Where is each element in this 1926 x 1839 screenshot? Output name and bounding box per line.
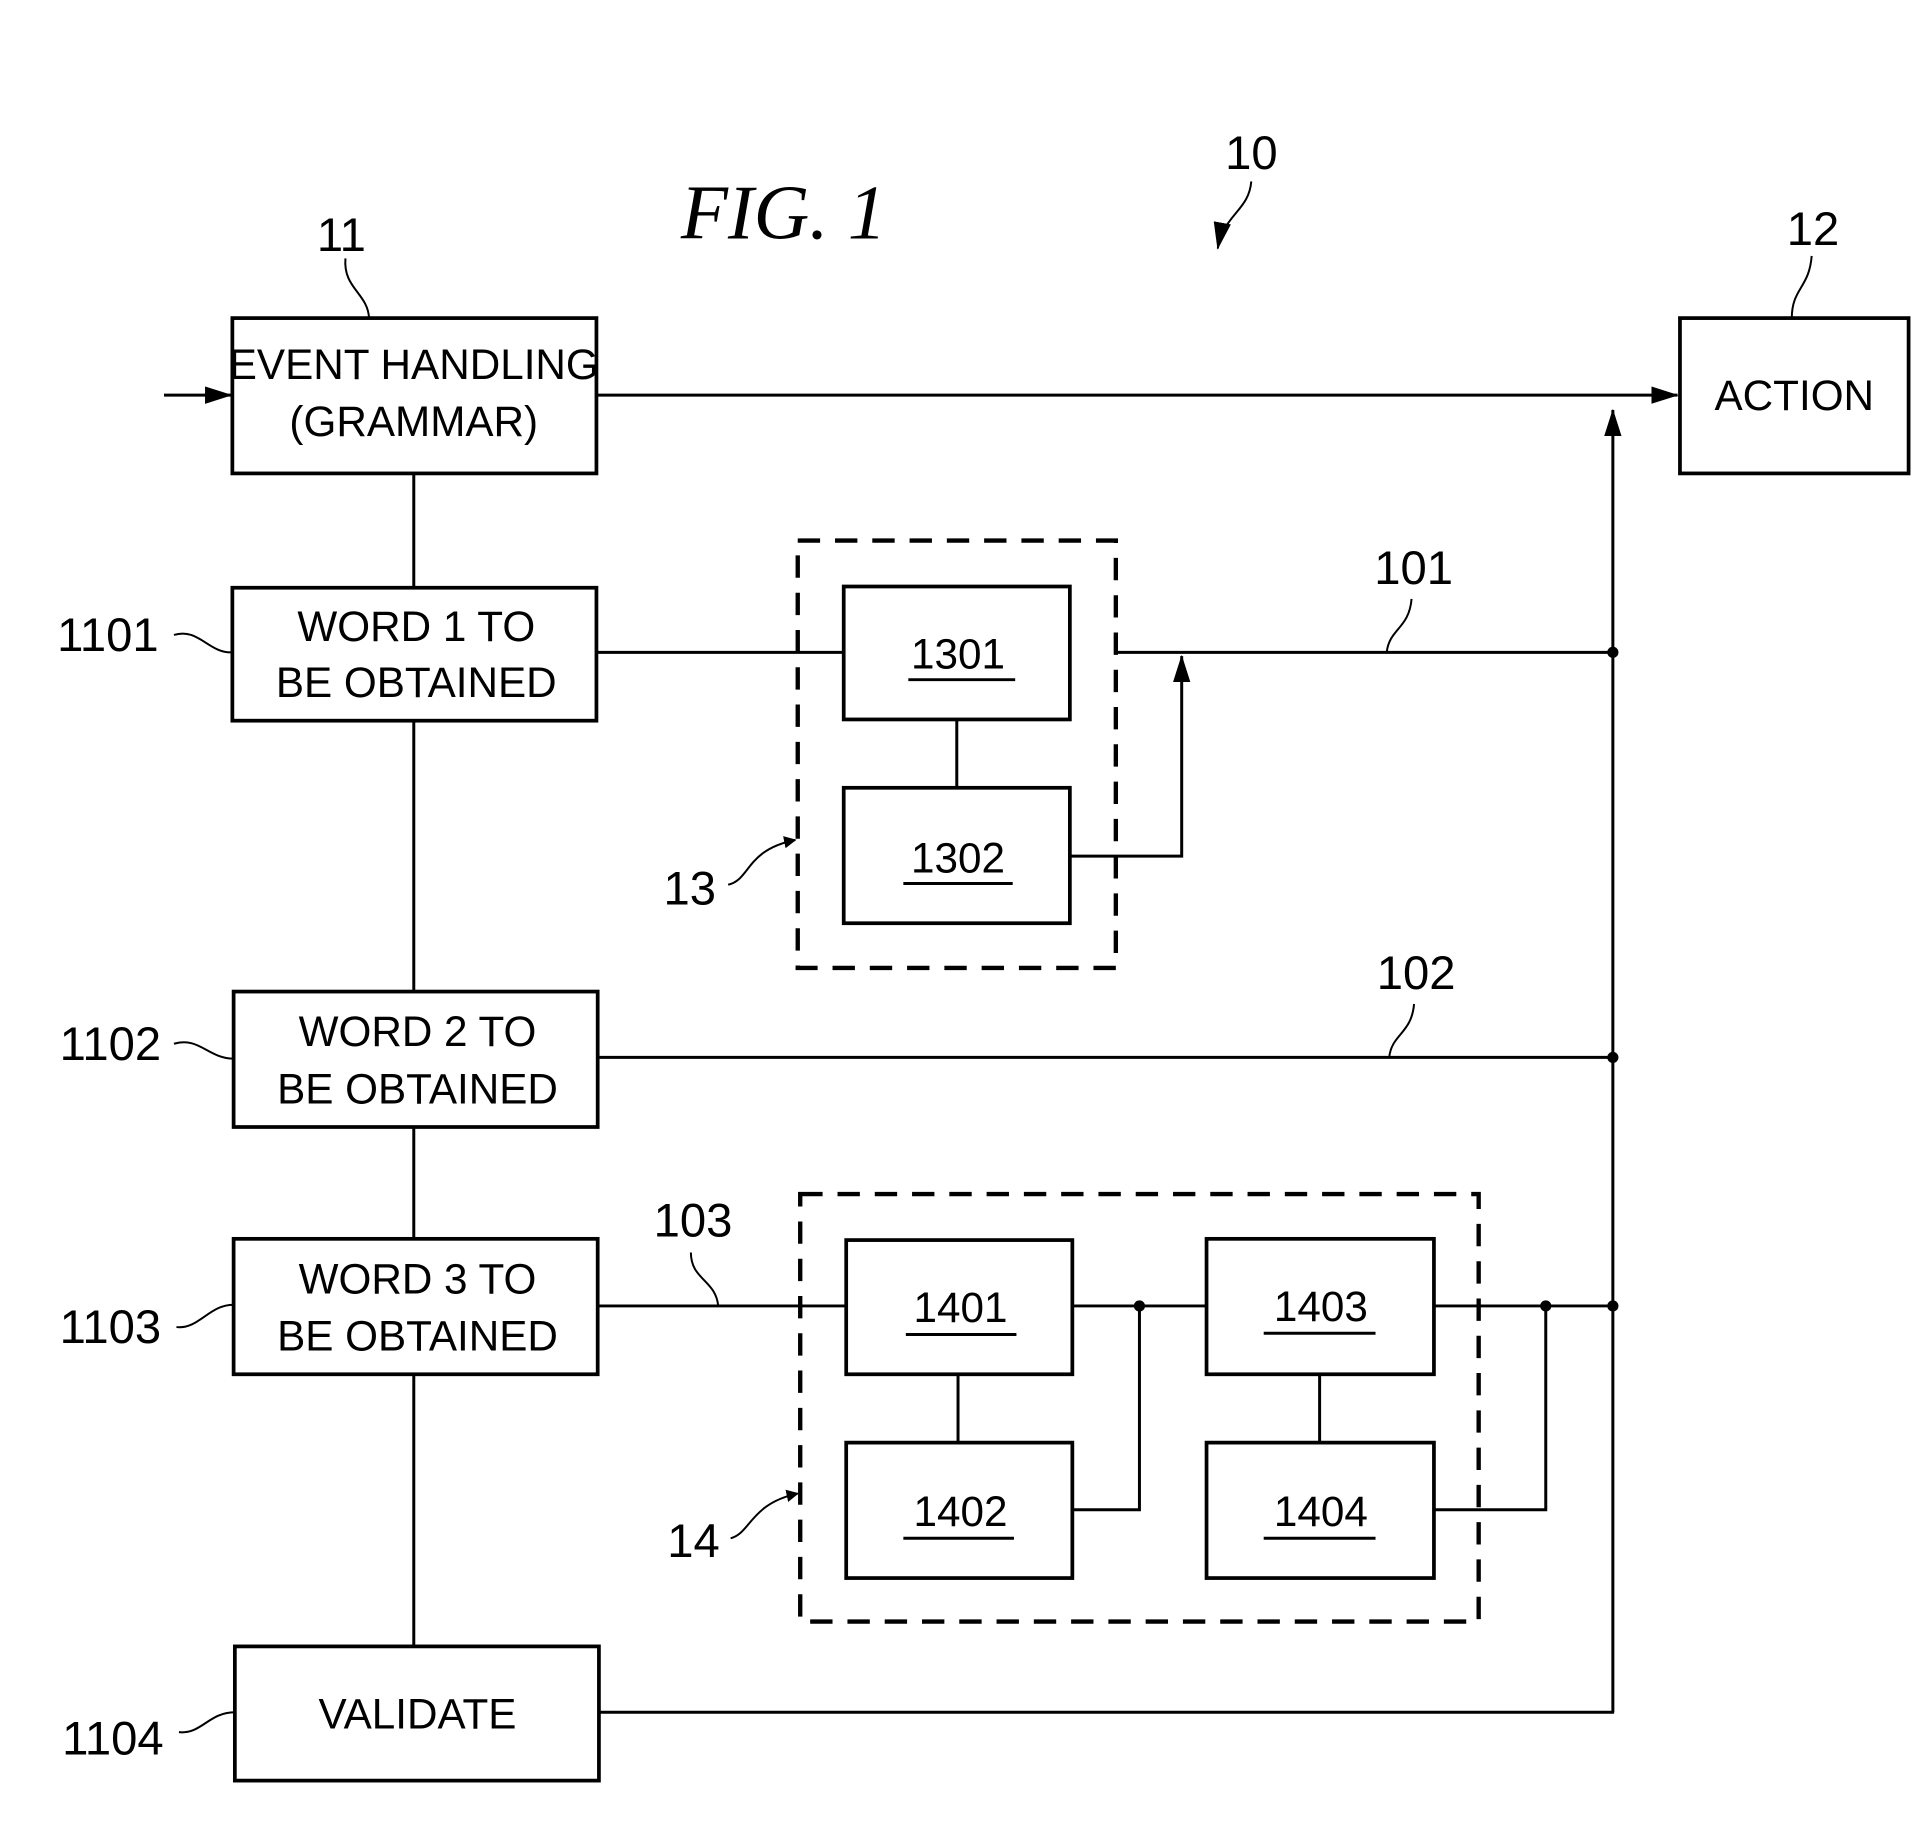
line-101-leader — [1385, 598, 1413, 653]
line-103-label: 103 — [654, 1194, 733, 1247]
line-102-label: 102 — [1377, 947, 1456, 1000]
event-handling-block: EVENT HANDLING (GRAMMAR) — [229, 316, 599, 476]
word3-line2: BE OBTAINED — [277, 1313, 558, 1360]
word1-line2: BE OBTAINED — [276, 659, 557, 706]
group14-leader — [730, 1489, 799, 1540]
action-block: ACTION — [1678, 316, 1911, 476]
group13-leader — [727, 836, 797, 886]
system-ref-label: 10 — [1225, 127, 1278, 180]
junction-1401 — [1133, 1300, 1146, 1312]
validate-label: VALIDATE — [319, 1690, 517, 1737]
action-leader — [1790, 255, 1813, 319]
group13-ref: 13 — [664, 863, 717, 916]
link-1402-junction — [1072, 1305, 1141, 1512]
word3-block: WORD 3 TO BE OBTAINED — [231, 1236, 600, 1377]
event-handling-ref: 11 — [317, 209, 366, 262]
validate-leader — [178, 1711, 235, 1734]
junction-1403 — [1540, 1300, 1552, 1312]
event-handling-line2: (GRAMMAR) — [289, 398, 538, 445]
junction-101 — [1607, 646, 1619, 658]
block-1402-label: 1402 — [914, 1488, 1008, 1535]
word2-line1: WORD 2 TO — [299, 1008, 537, 1055]
action-label: ACTION — [1714, 372, 1874, 419]
event-handling-leader — [344, 258, 371, 319]
block-1401-label: 1401 — [914, 1284, 1008, 1331]
word2-leader — [173, 1041, 234, 1060]
block-1403-label: 1403 — [1274, 1283, 1368, 1330]
word3-ref: 1103 — [60, 1301, 162, 1354]
link-1404-junction — [1433, 1305, 1548, 1512]
word3-line1: WORD 3 TO — [299, 1256, 537, 1303]
patent-diagram: FIG. 1 10 EVENT HANDLING (GRAMMAR) 11 AC… — [57, 127, 1911, 1783]
line-102-leader — [1388, 1003, 1416, 1058]
arrow-1302-to-101 — [1069, 654, 1191, 858]
block-1404-label: 1404 — [1274, 1488, 1368, 1535]
junction-103 — [1607, 1300, 1619, 1312]
block-1301-label: 1301 — [911, 631, 1005, 678]
word1-block: WORD 1 TO BE OBTAINED — [230, 585, 599, 723]
line-101-label: 101 — [1374, 542, 1453, 595]
system-ref-arrow — [1213, 181, 1253, 250]
word3-leader — [176, 1303, 234, 1329]
word2-line2: BE OBTAINED — [277, 1065, 558, 1112]
word1-line1: WORD 1 TO — [297, 603, 535, 650]
word1-leader — [173, 632, 233, 654]
figure-title: FIG. 1 — [680, 170, 886, 256]
junction-102 — [1607, 1051, 1619, 1064]
action-ref: 12 — [1787, 203, 1840, 256]
line-103-leader — [689, 1252, 720, 1307]
validate-block: VALIDATE — [232, 1644, 601, 1783]
word1-ref: 1101 — [57, 609, 159, 662]
word2-block: WORD 2 TO BE OBTAINED — [231, 989, 600, 1129]
event-handling-line1: EVENT HANDLING — [229, 341, 599, 388]
group14-ref: 14 — [667, 1515, 720, 1568]
block-1302-label: 1302 — [911, 834, 1005, 881]
validate-ref: 1104 — [62, 1713, 164, 1766]
word2-ref: 1102 — [60, 1018, 162, 1071]
